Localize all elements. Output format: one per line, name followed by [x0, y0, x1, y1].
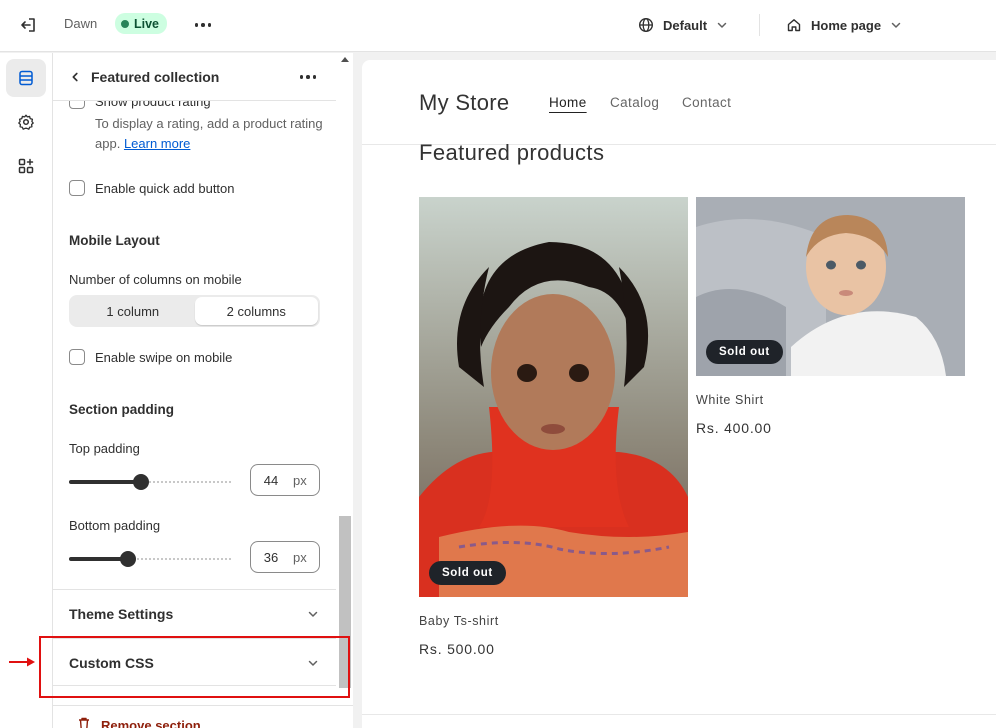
product-name[interactable]: Baby Ts-shirt	[419, 614, 499, 628]
columns-mobile-label: Number of columns on mobile	[69, 272, 242, 287]
learn-more-link[interactable]: Learn more	[124, 136, 190, 151]
page-select-label: Home page	[811, 17, 882, 33]
chevron-down-icon	[308, 611, 318, 617]
product-image-white-shirt[interactable]: Sold out	[696, 197, 965, 376]
ellipsis-icon	[194, 23, 212, 27]
section-settings-panel: Show product rating To display a rating,…	[53, 53, 353, 728]
theme-settings-button[interactable]	[6, 103, 46, 141]
top-padding-value: 44	[263, 472, 279, 488]
chevron-down-icon	[891, 22, 901, 28]
trash-icon	[79, 717, 89, 728]
home-icon	[787, 19, 801, 32]
product-name[interactable]: White Shirt	[696, 393, 764, 407]
editor-rail	[0, 53, 53, 728]
columns-segmented-control: 1 column 2 columns	[69, 295, 320, 327]
one-column-option[interactable]: 1 column	[71, 297, 195, 325]
section-more-button[interactable]	[297, 67, 319, 87]
swipe-mobile-option[interactable]: Enable swipe on mobile	[69, 349, 232, 365]
slider-thumb[interactable]	[120, 551, 136, 567]
apps-icon	[18, 158, 34, 174]
bottom-padding-unit: px	[293, 549, 307, 565]
panel-header: Featured collection	[53, 53, 336, 101]
two-columns-option[interactable]: 2 columns	[194, 297, 318, 325]
scroll-up-arrow-icon[interactable]	[341, 57, 349, 62]
storefront-preview[interactable]: My Store Home Catalog Contact Featured p…	[362, 60, 996, 728]
top-padding-input[interactable]: 44 px	[250, 464, 320, 496]
nav-catalog-link[interactable]: Catalog	[610, 95, 659, 110]
swipe-mobile-label: Enable swipe on mobile	[95, 349, 233, 365]
settings-icon	[18, 114, 34, 130]
apps-button[interactable]	[6, 147, 46, 185]
preview-divider	[362, 714, 996, 715]
live-dot-icon	[121, 19, 129, 28]
bottom-padding-label: Bottom padding	[69, 518, 161, 533]
panel-scrollbar[interactable]	[337, 53, 353, 696]
nav-home-link[interactable]: Home	[549, 95, 587, 110]
top-bar: Dawn Live Default Home page	[0, 0, 996, 52]
theme-settings-label: Theme Settings	[69, 606, 174, 622]
nav-contact-link[interactable]: Contact	[682, 95, 731, 110]
chevron-left-icon	[72, 72, 78, 82]
top-padding-label: Top padding	[69, 441, 140, 456]
page-select[interactable]: Home page	[786, 12, 902, 38]
sections-icon	[19, 70, 33, 86]
rating-help-text: To display a rating, add a product ratin…	[95, 114, 325, 154]
exit-icon[interactable]	[16, 14, 40, 36]
swipe-mobile-checkbox[interactable]	[69, 349, 85, 365]
top-padding-unit: px	[293, 472, 307, 488]
sections-button[interactable]	[6, 59, 46, 97]
mobile-layout-heading: Mobile Layout	[69, 233, 160, 248]
template-select[interactable]: Default	[638, 12, 728, 38]
sold-out-badge: Sold out	[429, 561, 506, 585]
slider-fill	[69, 480, 141, 484]
more-actions-button[interactable]	[192, 14, 214, 36]
slider-thumb[interactable]	[133, 474, 149, 490]
topbar-divider	[759, 14, 760, 36]
sold-out-badge: Sold out	[706, 340, 783, 364]
panel-title: Featured collection	[91, 69, 220, 85]
quick-add-checkbox[interactable]	[69, 180, 85, 196]
ellipsis-icon	[299, 75, 317, 79]
product-price: Rs. 500.00	[419, 641, 495, 657]
store-header: My Store Home Catalog Contact	[362, 60, 996, 145]
top-padding-slider[interactable]	[69, 473, 233, 491]
store-logo-text[interactable]: My Store	[419, 90, 509, 116]
back-button[interactable]	[67, 68, 83, 86]
globe-icon	[638, 17, 654, 33]
quick-add-label: Enable quick add button	[95, 180, 235, 196]
bottom-padding-value: 36	[263, 549, 279, 565]
settings-scroll-area[interactable]: Show product rating To display a rating,…	[53, 53, 336, 728]
section-padding-heading: Section padding	[69, 402, 175, 417]
remove-section-label: Remove section	[101, 718, 201, 728]
quick-add-option[interactable]: Enable quick add button	[69, 180, 235, 196]
live-label: Live	[134, 16, 160, 31]
annotation-highlight-box	[39, 636, 350, 698]
bottom-padding-input[interactable]: 36 px	[250, 541, 320, 573]
remove-section-button[interactable]: Remove section	[53, 705, 353, 728]
template-select-label: Default	[663, 17, 708, 33]
theme-settings-collapsible[interactable]: Theme Settings	[53, 589, 336, 637]
annotation-arrow-icon	[9, 657, 35, 667]
featured-products-title: Featured products	[419, 140, 605, 165]
theme-name: Dawn	[64, 16, 98, 31]
live-status-badge: Live	[115, 13, 168, 34]
product-image-baby-tshirt[interactable]: Sold out	[419, 197, 688, 597]
product-price: Rs. 400.00	[696, 420, 772, 436]
bottom-padding-slider[interactable]	[69, 550, 233, 568]
chevron-down-icon	[717, 22, 727, 28]
